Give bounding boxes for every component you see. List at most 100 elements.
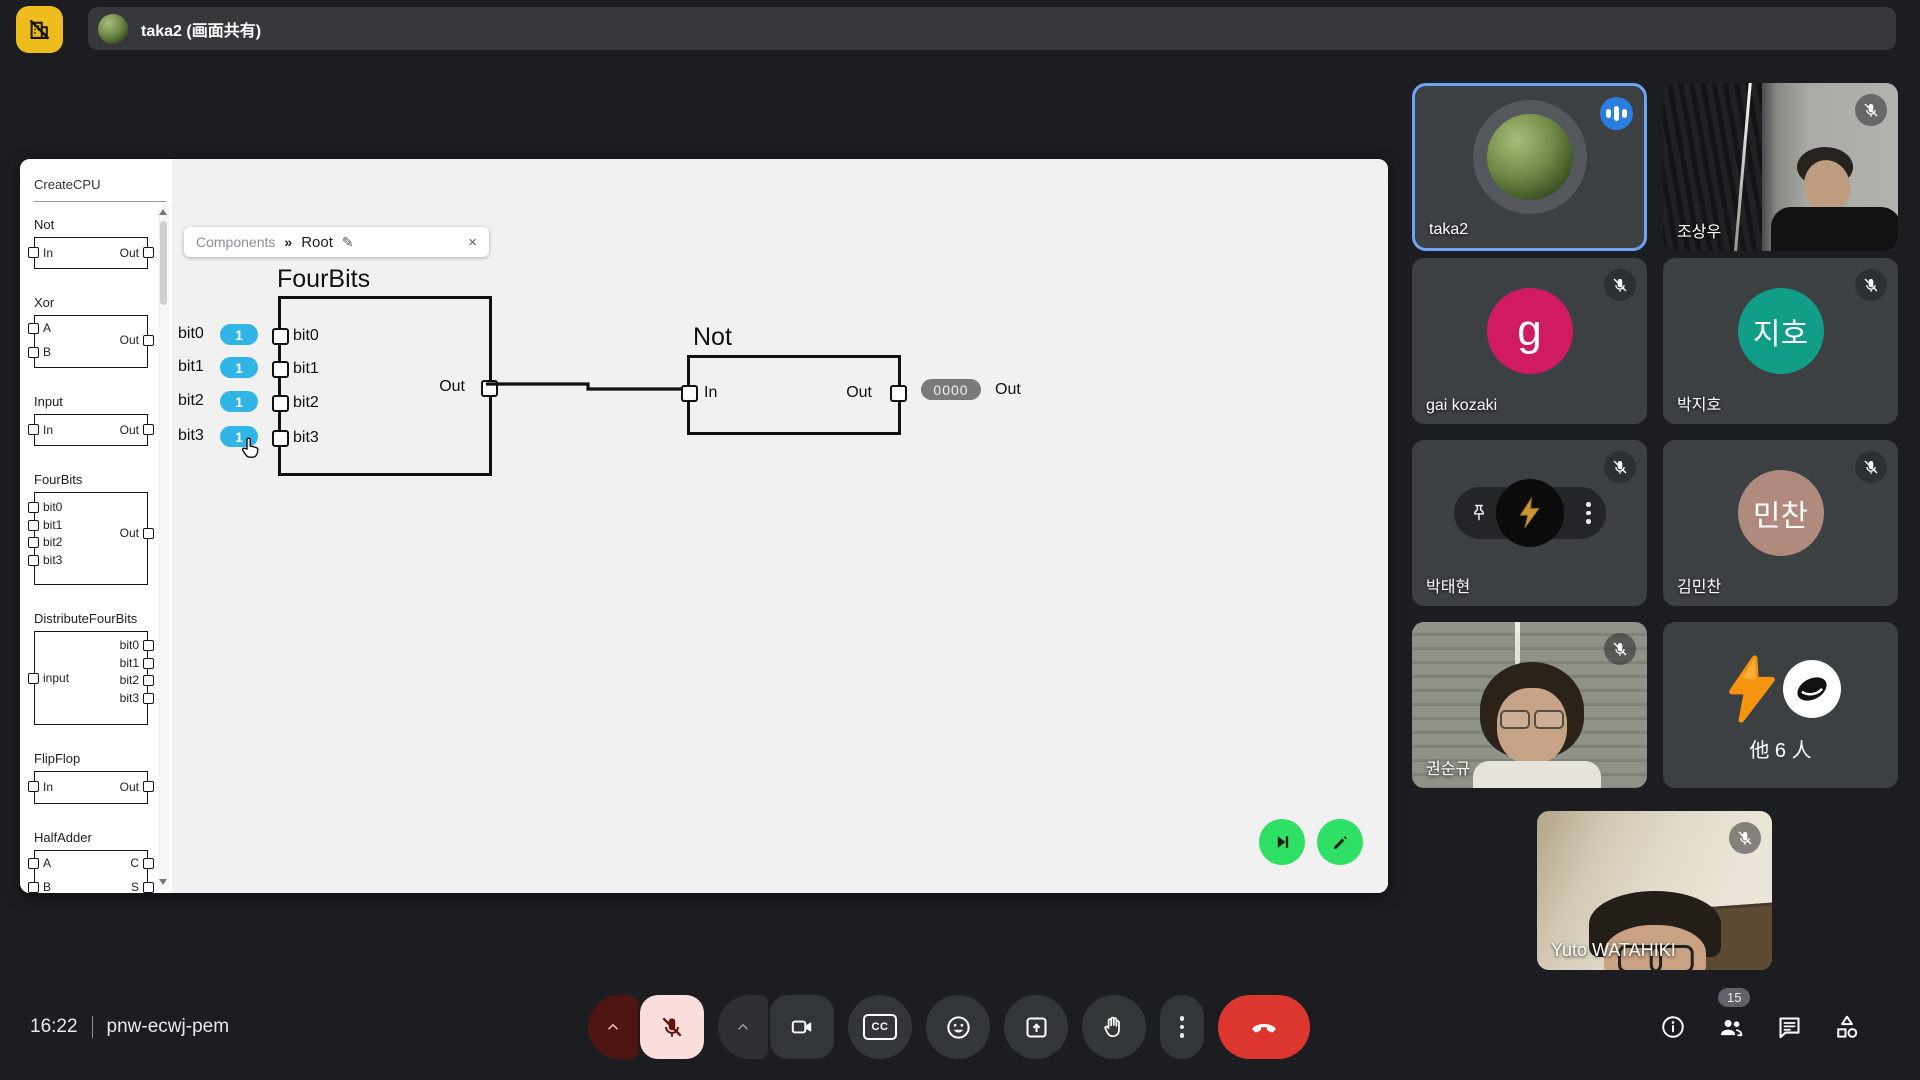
app-title: CreateCPU xyxy=(34,177,100,192)
bit2-toggle[interactable]: 1 xyxy=(220,391,258,412)
input-port-in[interactable] xyxy=(681,385,698,402)
camera-icon xyxy=(789,1014,815,1040)
port-handle xyxy=(143,858,154,869)
mic-muted-icon xyxy=(1855,451,1887,483)
palette-item-label: FlipFlop xyxy=(34,751,160,766)
info-icon xyxy=(1660,1014,1686,1040)
call-controls: CC xyxy=(588,995,1310,1059)
not-block[interactable]: In Out xyxy=(687,355,901,435)
port-label: Out xyxy=(439,378,465,396)
port-handle xyxy=(143,675,154,686)
participant-name: Yuto WATAHIKI xyxy=(1551,940,1676,961)
close-icon[interactable]: × xyxy=(468,234,477,251)
captions-button[interactable]: CC xyxy=(848,995,912,1059)
reactions-button[interactable] xyxy=(926,995,990,1059)
palette-item-label: Xor xyxy=(34,295,160,310)
meeting-details-button[interactable] xyxy=(1658,1012,1688,1042)
port-handle xyxy=(28,502,39,513)
palette-item-distributefourbits[interactable]: DistributeFourBits input bit0 bit1 bit2 … xyxy=(20,611,160,725)
activities-panel-button[interactable] xyxy=(1832,1012,1862,1042)
leave-call-button[interactable] xyxy=(1218,995,1310,1059)
sidebar-scrollbar[interactable] xyxy=(158,205,169,889)
breadcrumb-section[interactable]: Components xyxy=(196,234,275,250)
clock: 16:22 xyxy=(30,1016,78,1038)
camera-options-button[interactable] xyxy=(718,995,768,1059)
chat-panel-button[interactable] xyxy=(1774,1012,1804,1042)
input-port-bit2[interactable] xyxy=(272,395,289,412)
bit0-toggle[interactable]: 1 xyxy=(220,324,258,345)
palette-item-flipflop[interactable]: FlipFlop In Out xyxy=(20,751,160,804)
palette-item-label: Not xyxy=(34,217,160,232)
participant-tile[interactable]: 지호 박지호 xyxy=(1663,258,1898,424)
bit-label: bit0 xyxy=(178,325,204,343)
more-options-icon[interactable] xyxy=(1586,502,1591,524)
raise-hand-button[interactable] xyxy=(1082,995,1146,1059)
step-button[interactable] xyxy=(1259,819,1305,865)
participant-tile[interactable]: 조상우 xyxy=(1663,83,1898,251)
port-label: Out xyxy=(120,780,139,794)
mic-off-icon xyxy=(659,1014,685,1040)
participant-name: 조상우 xyxy=(1677,218,1721,242)
participant-tile[interactable]: 권순규 xyxy=(1412,622,1647,788)
circuit-canvas[interactable]: Components » Root ✎ × FourBits bit0 bit1… xyxy=(172,159,1388,893)
more-options-button[interactable] xyxy=(1160,995,1204,1059)
participant-name: 박태현 xyxy=(1426,573,1470,597)
block-title-not: Not xyxy=(693,323,732,352)
divider xyxy=(92,1016,93,1038)
scroll-thumb[interactable] xyxy=(160,221,167,305)
port-label: In xyxy=(43,780,53,794)
breadcrumb-current[interactable]: Root xyxy=(301,234,333,251)
wire[interactable] xyxy=(486,377,696,399)
input-port-bit0[interactable] xyxy=(272,328,289,345)
decor xyxy=(1534,710,1564,729)
port-label: In xyxy=(43,423,53,437)
mic-toggle-button[interactable] xyxy=(640,995,704,1059)
port-label: A xyxy=(43,856,51,870)
input-port-bit3[interactable] xyxy=(272,430,289,447)
participant-tile[interactable]: g gai kozaki xyxy=(1412,258,1647,424)
bit-label: bit1 xyxy=(178,358,204,376)
pin-icon[interactable] xyxy=(1469,503,1489,523)
palette-item-fourbits[interactable]: FourBits bit0 bit1 bit2 bit3 Out xyxy=(20,472,160,585)
participant-tile[interactable]: 민찬 김민찬 xyxy=(1663,440,1898,606)
port-handle xyxy=(143,693,154,704)
person-body xyxy=(1473,761,1601,788)
scroll-down-icon[interactable] xyxy=(159,879,167,885)
port-label: Out xyxy=(120,526,139,540)
camera-toggle-button[interactable] xyxy=(770,995,834,1059)
port-handle xyxy=(143,247,154,258)
port-label: In xyxy=(704,384,717,402)
mic-muted-icon xyxy=(1729,822,1761,854)
presenter-bar[interactable]: taka2 (画面共有) xyxy=(88,7,1896,50)
palette-item-halfadder[interactable]: HalfAdder A B C S xyxy=(20,830,160,893)
present-button[interactable] xyxy=(1004,995,1068,1059)
overflow-participants-tile[interactable]: 他 6 人 xyxy=(1663,622,1898,788)
bit1-toggle[interactable]: 1 xyxy=(220,357,258,378)
participant-tile[interactable]: taka2 xyxy=(1412,83,1647,251)
fourbits-block[interactable]: bit0 bit1 bit2 bit3 Out xyxy=(278,296,492,476)
mic-muted-icon xyxy=(1604,451,1636,483)
port-label: bit0 xyxy=(293,327,319,345)
palette-item-input[interactable]: Input In Out xyxy=(20,394,160,446)
participant-tile[interactable]: 박태현 xyxy=(1412,440,1647,606)
mic-muted-icon xyxy=(1604,269,1636,301)
branding-off-badge[interactable] xyxy=(16,6,63,53)
edit-name-icon[interactable]: ✎ xyxy=(342,234,354,251)
palette-item-xor[interactable]: Xor A B Out xyxy=(20,295,160,368)
output-port-out[interactable] xyxy=(890,385,907,402)
participant-tile[interactable]: Yuto WATAHIKI xyxy=(1537,811,1772,970)
edit-mode-button[interactable] xyxy=(1317,819,1363,865)
presenter-name: taka2 (画面共有) xyxy=(141,17,261,41)
participant-count-badge: 15 xyxy=(1718,988,1750,1007)
port-handle xyxy=(143,640,154,651)
port-label: C xyxy=(130,856,139,870)
mic-options-button[interactable] xyxy=(588,995,638,1059)
palette-item-not[interactable]: Not In Out xyxy=(20,217,160,269)
input-port-bit1[interactable] xyxy=(272,361,289,378)
meeting-panels: 15 xyxy=(1658,995,1862,1059)
port-label: bit2 xyxy=(43,535,62,549)
component-box: In Out xyxy=(34,414,148,446)
scroll-up-icon[interactable] xyxy=(159,209,167,215)
people-panel-button[interactable]: 15 xyxy=(1716,1012,1746,1042)
output-value-pill: 0000 xyxy=(921,379,981,400)
